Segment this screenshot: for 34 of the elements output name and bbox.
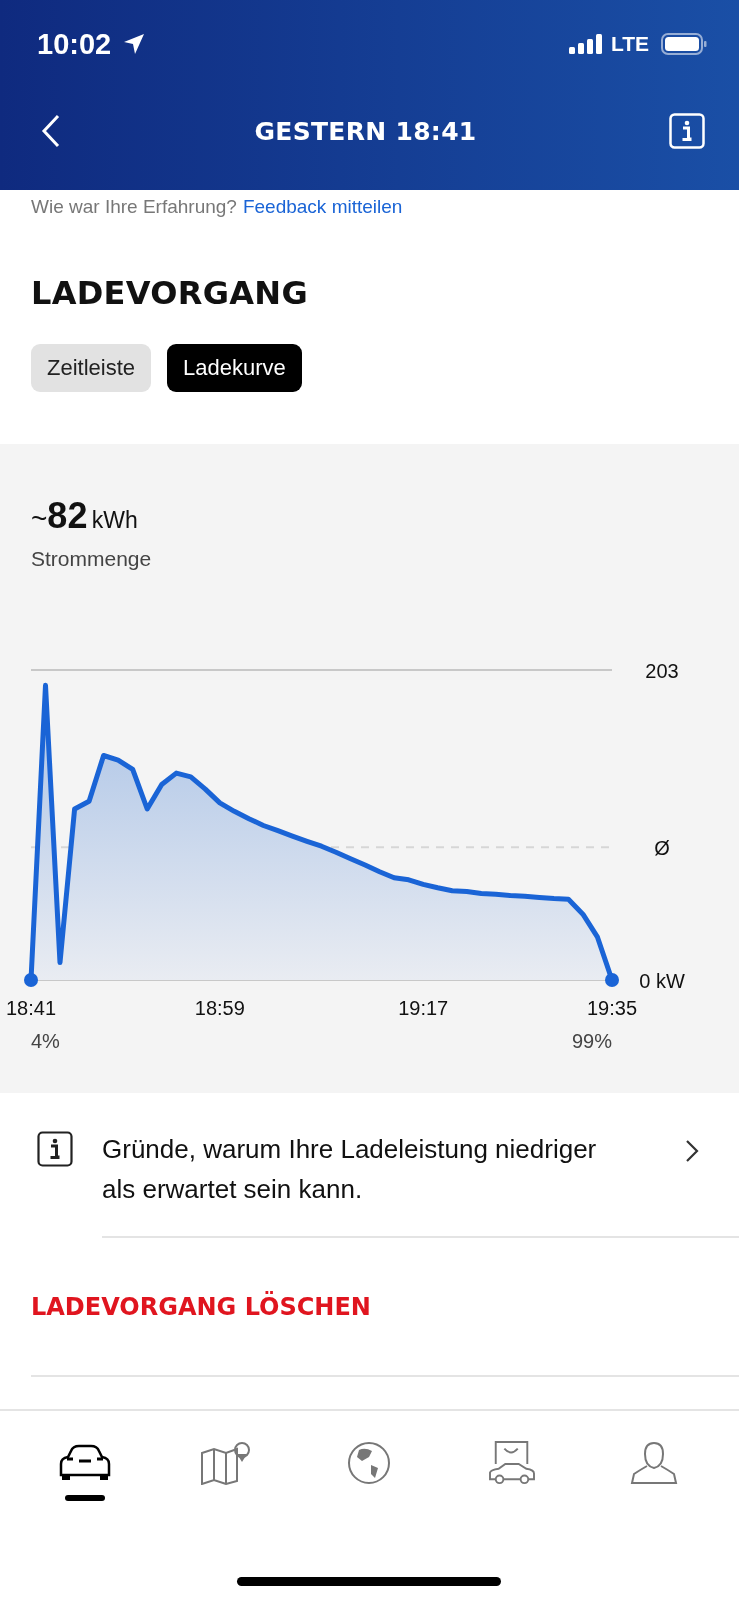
active-indicator — [65, 1495, 106, 1501]
location-arrow-icon — [123, 33, 146, 55]
start-marker — [24, 973, 38, 987]
segment-tab[interactable]: Ladekurve — [167, 344, 302, 392]
user-icon — [629, 1441, 678, 1485]
chevron-icon — [685, 1139, 699, 1163]
x-axis-label: 18:59 — [194, 997, 245, 1019]
x-axis-label: 19:35 — [586, 997, 638, 1019]
y-axis-label: Ø — [654, 837, 670, 860]
end-marker — [605, 973, 619, 987]
info-icon — [37, 1131, 73, 1167]
back-button[interactable] — [40, 114, 62, 148]
end-charge-level: 99% — [571, 1030, 612, 1052]
segment-tab[interactable]: Zeitleiste — [31, 344, 152, 392]
section-title: LADEVORGANG — [31, 274, 309, 312]
energy-label: Strommenge — [30, 547, 153, 571]
x-axis-label: 19:17 — [398, 997, 449, 1019]
globe-icon — [347, 1441, 392, 1485]
battery-icon — [661, 33, 707, 55]
signal-icon — [568, 34, 603, 54]
delete-button[interactable]: LADEVORGANG LÖSCHEN — [0, 1238, 402, 1375]
y-axis-label: 0 kW — [639, 970, 685, 992]
network-label: LTE — [610, 32, 649, 56]
y-axis-label: 203 — [645, 660, 679, 682]
energy-amount: ~82 kWh — [30, 496, 139, 538]
feedback-link[interactable]: Feedback mitteilen — [242, 196, 403, 217]
info-button[interactable] — [669, 113, 705, 149]
page-title: GESTERN 18:41 — [254, 116, 477, 146]
feedback-question: Wie war Ihre Erfahrung? — [31, 196, 237, 217]
x-axis-label: 18:41 — [5, 997, 57, 1019]
status-time: 10:02 — [37, 27, 112, 61]
info-text: Gründe, warum Ihre Ladeleistung niedriger als erwartet sein kann. — [102, 1133, 598, 1206]
start-charge-level: 4% — [31, 1030, 60, 1052]
info-list-item[interactable]: Gründe, warum Ihre Ladeleistung niedriger als erwartet sein kann. — [0, 1093, 739, 1236]
